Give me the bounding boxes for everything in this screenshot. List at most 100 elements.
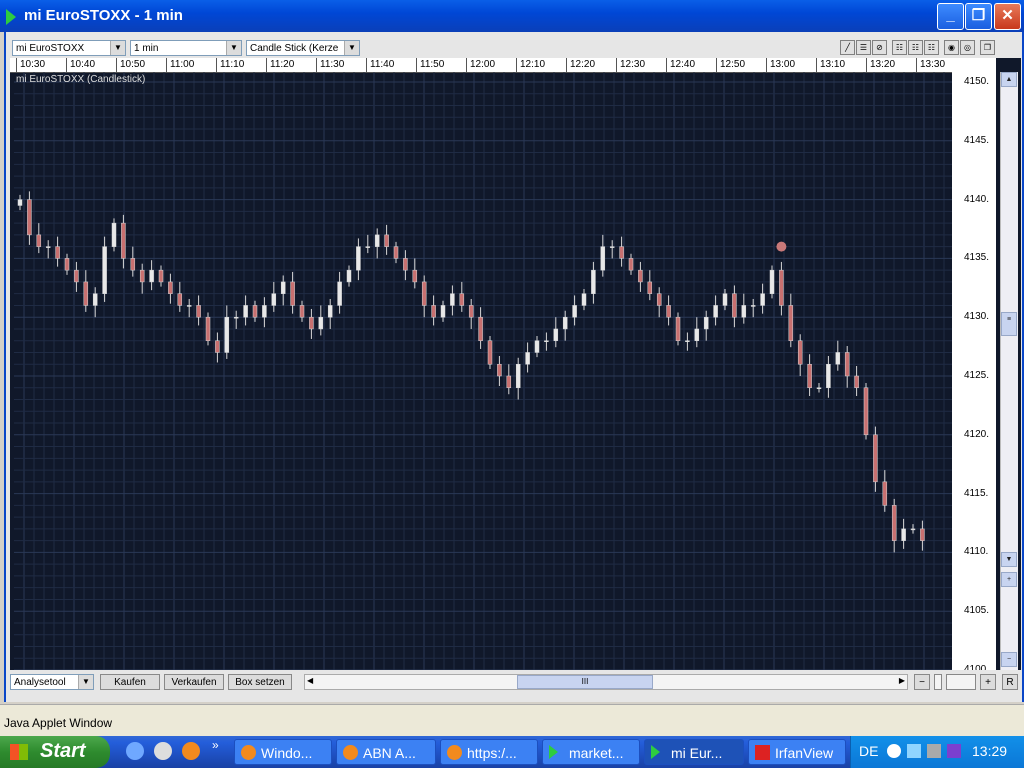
price-tick-label: 4130.: [964, 311, 990, 323]
chart-area[interactable]: 10:30 10:40 10:50 11:00 11:10 11:20 11:30 11:40…: [10, 58, 1021, 670]
candle-body: [901, 528, 906, 541]
candle-body: [64, 258, 70, 271]
start-button[interactable]: Start: [0, 736, 110, 768]
task-button[interactable]: ABN A...: [336, 739, 436, 765]
candle-body: [685, 340, 690, 342]
candle-body: [177, 293, 183, 306]
time-tick: [766, 58, 767, 72]
task-label: Windo...: [261, 745, 313, 761]
zoom-slider[interactable]: [934, 674, 942, 690]
task-button-active[interactable]: mi Eur...: [644, 739, 744, 765]
sell-button[interactable]: Verkaufen: [164, 674, 224, 690]
candle-body: [92, 293, 98, 306]
layout-icon[interactable]: ☷: [908, 40, 923, 55]
start-label: Start: [40, 740, 86, 762]
window-icon[interactable]: ❐: [980, 40, 995, 55]
candle-body: [722, 293, 728, 306]
task-button[interactable]: Windo...: [234, 739, 332, 765]
zoom-icon[interactable]: ◉: [944, 40, 959, 55]
candle-body: [233, 316, 239, 319]
time-tick: [516, 58, 517, 72]
zoom-out-icon[interactable]: −: [1001, 652, 1017, 667]
instrument-select[interactable]: mi EuroSTOXX ▼: [12, 40, 126, 56]
media-player-icon[interactable]: [154, 742, 172, 760]
candle-body: [638, 269, 643, 283]
task-label: https:/...: [467, 745, 517, 761]
candle-body: [797, 340, 803, 365]
time-tick: [116, 58, 117, 72]
firefox-icon: [447, 745, 462, 760]
close-button[interactable]: ✕: [994, 3, 1021, 30]
vertical-scrollbar[interactable]: ▲ ≡ ▼ + −: [1000, 72, 1018, 670]
scroll-up-icon[interactable]: ▲: [1001, 72, 1017, 87]
firefox-icon: [241, 745, 256, 760]
set-box-button[interactable]: Box setzen: [228, 674, 292, 690]
price-tick-label: 4125.: [964, 370, 990, 381]
candle-body: [863, 387, 869, 436]
network-icon[interactable]: [907, 744, 921, 758]
layout-icon[interactable]: ☷: [924, 40, 939, 55]
candle-body: [882, 481, 888, 506]
candle-body: [713, 305, 718, 318]
monitor-icon[interactable]: [927, 744, 941, 758]
scroll-down-icon[interactable]: ▼: [1001, 552, 1017, 567]
time-tick: [566, 58, 567, 72]
minimize-button[interactable]: _: [937, 3, 964, 30]
task-button[interactable]: market...: [542, 739, 640, 765]
candle-body: [468, 305, 474, 318]
scroll-thumb[interactable]: ≡: [1001, 312, 1017, 336]
interval-value: 1 min: [134, 43, 159, 54]
buy-button[interactable]: Kaufen: [100, 674, 160, 690]
chevron-down-icon: ▼: [110, 41, 125, 55]
price-tick-label: 4145.: [964, 134, 990, 146]
grid-icon[interactable]: ☰: [856, 40, 871, 55]
interval-select[interactable]: 1 min ▼: [130, 40, 242, 56]
time-tick-label: 13:10: [820, 59, 846, 70]
zoom-in-button[interactable]: +: [980, 674, 996, 690]
maximize-button[interactable]: ❐: [965, 3, 992, 30]
chart-type-select[interactable]: Candle Stick (Kerze ▼: [246, 40, 360, 56]
task-label: IrfanView: [775, 745, 834, 761]
time-tick-label: 13:30: [920, 59, 946, 70]
analysis-tool-select[interactable]: Analysetool ▼: [10, 674, 94, 690]
price-tick-label: 4105.: [964, 605, 990, 617]
candle-body: [243, 305, 248, 318]
pen-icon[interactable]: ╱: [840, 40, 855, 55]
candle-body: [45, 246, 51, 248]
task-button[interactable]: https:/...: [440, 739, 538, 765]
zoom-in-icon[interactable]: +: [1001, 572, 1017, 587]
desktop-icon[interactable]: [126, 742, 144, 760]
chart-type-value: Candle Stick (Kerze: [250, 43, 339, 54]
tray-app-icon[interactable]: [947, 744, 961, 758]
status-text: Java Applet Window: [4, 716, 113, 730]
window-title: mi EuroSTOXX - 1 min: [24, 7, 183, 24]
overflow-chevron-icon[interactable]: »: [212, 738, 219, 752]
scroll-left-icon[interactable]: ◀: [307, 676, 313, 685]
back-icon[interactable]: [887, 744, 901, 758]
candle-body: [534, 340, 540, 353]
scroll-right-icon[interactable]: ▶: [899, 676, 905, 685]
reset-button[interactable]: R: [1002, 674, 1018, 690]
layout-icon[interactable]: ☷: [892, 40, 907, 55]
candle-body: [309, 316, 314, 330]
language-indicator[interactable]: DE: [859, 743, 878, 759]
task-button[interactable]: IrfanView: [748, 739, 846, 765]
time-tick: [816, 58, 817, 72]
candle-body: [346, 269, 352, 283]
horizontal-scrollbar[interactable]: ◀ III ▶: [304, 674, 908, 690]
candle-body: [628, 258, 634, 271]
no-grid-icon[interactable]: ⊘: [872, 40, 887, 55]
settings-icon[interactable]: ◎: [960, 40, 975, 55]
candle-body: [450, 293, 455, 306]
candle-body: [666, 305, 671, 318]
candle-body: [102, 246, 107, 294]
zoom-track[interactable]: [946, 674, 976, 690]
candle-body: [299, 305, 305, 318]
candle-body: [920, 528, 925, 541]
firefox-icon[interactable]: [182, 742, 200, 760]
time-tick-label: 11:10: [220, 59, 245, 70]
candlestick-plot[interactable]: mi EuroSTOXX (Candlestick): [14, 72, 952, 670]
scroll-thumb[interactable]: III: [517, 675, 653, 689]
time-axis: 10:30 10:40 10:50 11:00 11:10 11:20 11:30 11:40…: [10, 58, 996, 73]
zoom-out-button[interactable]: −: [914, 674, 930, 690]
